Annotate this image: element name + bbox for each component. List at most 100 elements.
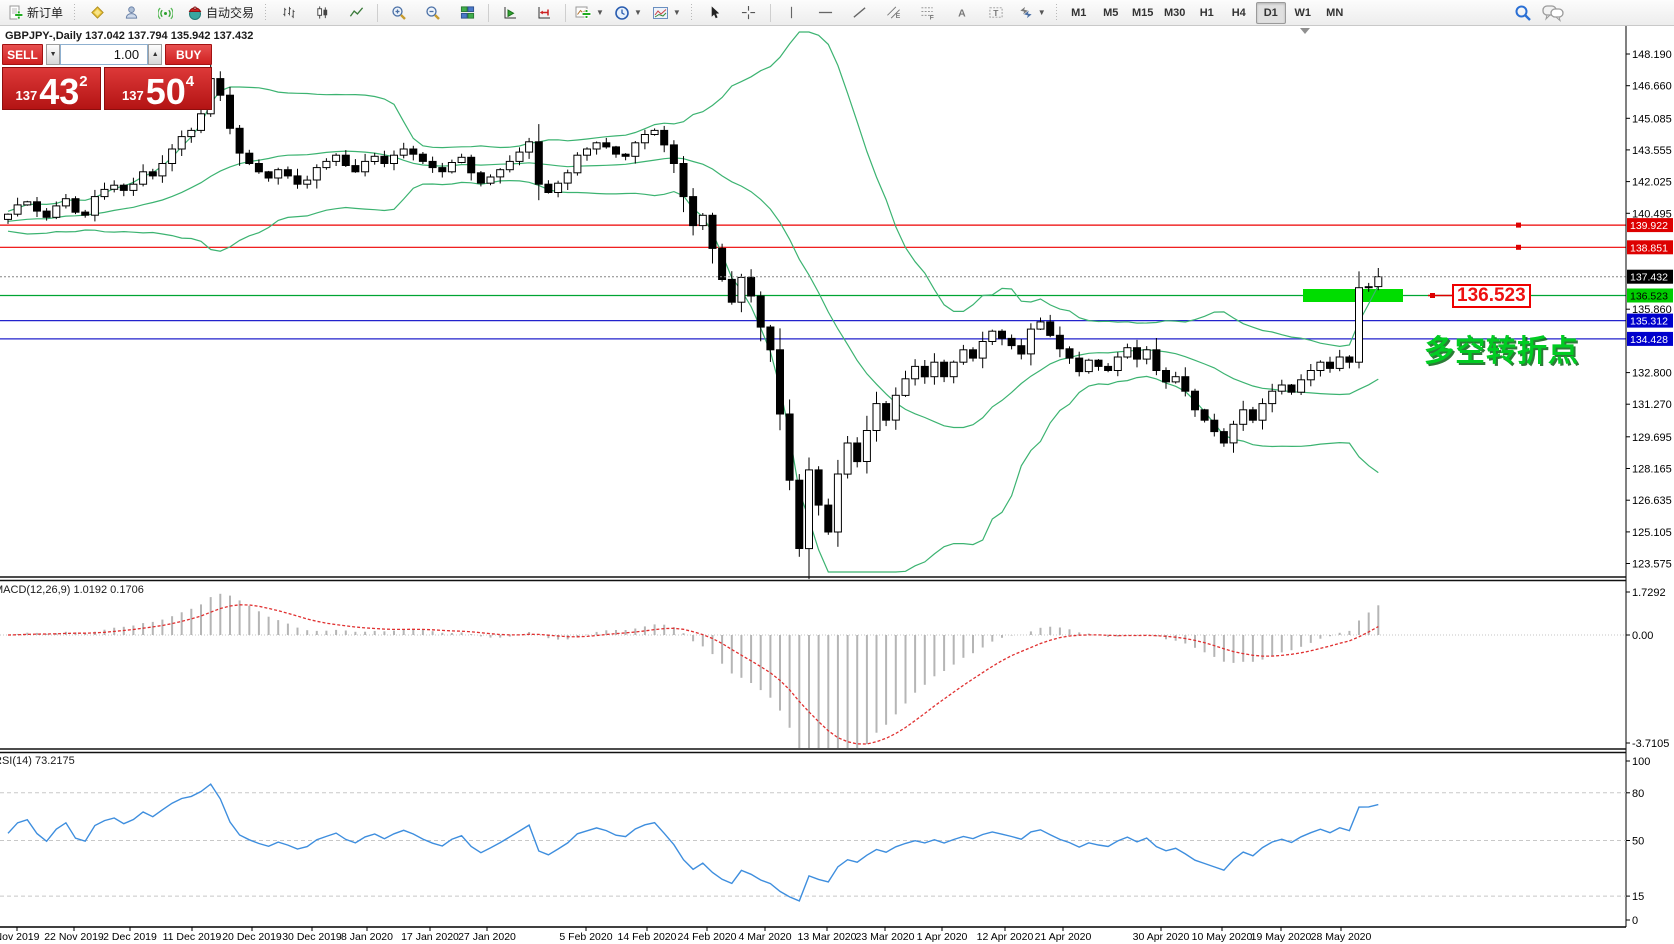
svg-text:5 Feb 2020: 5 Feb 2020 [559, 931, 612, 943]
tab-timeframe-M5[interactable]: M5 [1096, 2, 1126, 24]
volume-increase-button[interactable]: ▲ [148, 44, 162, 65]
signal-button[interactable] [149, 1, 181, 25]
volume-input[interactable]: 1.00 [60, 44, 148, 65]
text-label-tool-button[interactable]: T [980, 1, 1012, 25]
zoom-in-button[interactable] [383, 1, 415, 25]
callout-anchor [1430, 293, 1435, 298]
svg-text:126.635: 126.635 [1632, 495, 1672, 507]
sell-button[interactable]: SELL [2, 44, 43, 65]
svg-text:20 Dec 2019: 20 Dec 2019 [222, 931, 282, 943]
svg-text:100: 100 [1632, 756, 1650, 768]
svg-text:137.432: 137.432 [1630, 272, 1668, 284]
new-order-icon [8, 5, 24, 21]
svg-text:125.105: 125.105 [1632, 527, 1672, 539]
svg-text:14 Feb 2020: 14 Feb 2020 [618, 931, 677, 943]
svg-text:50: 50 [1632, 836, 1644, 848]
text-tool-button[interactable]: A [946, 1, 978, 25]
price-chart[interactable]: 148.190146.660145.085143.555142.025140.4… [0, 26, 1674, 944]
svg-text:0.00: 0.00 [1632, 630, 1653, 642]
tab-timeframe-W1[interactable]: W1 [1288, 2, 1318, 24]
equidistant-channel-tool-button[interactable]: E [878, 1, 910, 25]
tab-timeframe-H1[interactable]: H1 [1192, 2, 1222, 24]
toolbar-grip [72, 4, 76, 22]
auto-trading-button[interactable]: 自动交易 [183, 1, 258, 25]
highlight-zone[interactable] [1303, 289, 1403, 302]
svg-text:136.523: 136.523 [1630, 291, 1668, 303]
svg-text:F: F [930, 15, 934, 20]
add-indicator-button[interactable]: ▼ [571, 1, 608, 25]
svg-text:129.695: 129.695 [1632, 432, 1672, 444]
buy-button[interactable]: BUY [165, 44, 212, 65]
svg-text:19 May 2020: 19 May 2020 [1251, 931, 1312, 943]
rsi-panel: 1008050150 [0, 756, 1650, 927]
horizontal-line-icon [818, 5, 833, 20]
svg-text:1 Apr 2020: 1 Apr 2020 [917, 931, 968, 943]
search-icon[interactable] [1514, 4, 1532, 22]
chat-icon[interactable] [1542, 4, 1564, 22]
market-watch-button[interactable] [81, 1, 113, 25]
svg-text:145.085: 145.085 [1632, 113, 1672, 125]
timeframe-toolbar: M1M5M15M30H1H4D1W1MN [1064, 2, 1350, 24]
zoom-out-button[interactable] [417, 1, 449, 25]
fibonacci-tool-button[interactable]: F [912, 1, 944, 25]
rsi-indicator-label: RSI(14) 73.2175 [0, 755, 75, 767]
buy-price-main: 137 [122, 88, 144, 103]
text-icon: A [955, 5, 969, 20]
tab-timeframe-H4[interactable]: H4 [1224, 2, 1254, 24]
cursor-tool-button[interactable] [699, 1, 731, 25]
svg-text:28 May 2020: 28 May 2020 [1311, 931, 1372, 943]
profile-icon [124, 5, 139, 20]
channel-icon: E [886, 5, 902, 20]
periods-button[interactable]: ▼ [610, 1, 646, 25]
new-order-button[interactable]: 新订单 [4, 1, 67, 25]
tile-windows-button[interactable] [451, 1, 483, 25]
svg-text:142.025: 142.025 [1632, 177, 1672, 189]
svg-text:24 Feb 2020: 24 Feb 2020 [678, 931, 737, 943]
svg-text:143.555: 143.555 [1632, 145, 1672, 157]
tab-timeframe-M30[interactable]: M30 [1160, 2, 1190, 24]
svg-text:148.190: 148.190 [1632, 49, 1672, 61]
chart-shift-marker[interactable] [1300, 28, 1310, 34]
buy-price-box[interactable]: 137 50 4 [104, 67, 212, 110]
trendline-tool-button[interactable] [844, 1, 876, 25]
panel-dividers[interactable] [0, 577, 1626, 753]
crosshair-tool-button[interactable] [733, 1, 765, 25]
candles [5, 60, 1382, 579]
sell-price-pips: 43 [39, 76, 79, 108]
volume-decrease-button[interactable]: ▼ [46, 44, 60, 65]
horizontal-line-tool-button[interactable] [810, 1, 842, 25]
bar-chart-type-button[interactable] [272, 1, 304, 25]
candlestick-type-button[interactable] [306, 1, 338, 25]
add-indicator-icon [575, 5, 592, 21]
sell-price-box[interactable]: 137 43 2 [2, 67, 101, 110]
tile-windows-icon [460, 5, 475, 20]
tab-timeframe-D1[interactable]: D1 [1256, 2, 1286, 24]
svg-text:30 Apr 2020: 30 Apr 2020 [1133, 931, 1190, 943]
new-order-label: 新订单 [27, 4, 63, 21]
svg-text:8 Jan 2020: 8 Jan 2020 [341, 931, 393, 943]
arrows-tool-button[interactable]: ▼ [1014, 1, 1050, 25]
profile-button[interactable] [115, 1, 147, 25]
tab-timeframe-MN[interactable]: MN [1320, 2, 1350, 24]
sell-price-fraction: 2 [79, 73, 87, 90]
time-axis[interactable]: Nov 201922 Nov 20192 Dec 201911 Dec 2019… [0, 927, 1626, 943]
line-chart-icon [349, 5, 364, 20]
vertical-line-tool-button[interactable] [776, 1, 808, 25]
chart-annotation-text[interactable]: 多空转折点 [1424, 326, 1579, 370]
clock-icon [614, 5, 630, 21]
bar-chart-icon [281, 5, 296, 20]
svg-text:139.922: 139.922 [1630, 220, 1668, 232]
buy-price-pips: 50 [146, 76, 186, 108]
auto-scroll-button[interactable] [494, 1, 526, 25]
vertical-line-icon [785, 5, 798, 20]
svg-text:15: 15 [1632, 891, 1644, 903]
templates-button[interactable]: ▼ [648, 1, 685, 25]
svg-text:134.428: 134.428 [1630, 334, 1668, 346]
line-chart-type-button[interactable] [340, 1, 372, 25]
candlestick-icon [315, 5, 330, 20]
toolbar-grip [263, 4, 267, 22]
tab-timeframe-M1[interactable]: M1 [1064, 2, 1094, 24]
chart-shift-button[interactable] [528, 1, 560, 25]
tab-timeframe-M15[interactable]: M15 [1128, 2, 1158, 24]
price-callout-label[interactable]: 136.523 [1452, 284, 1531, 308]
